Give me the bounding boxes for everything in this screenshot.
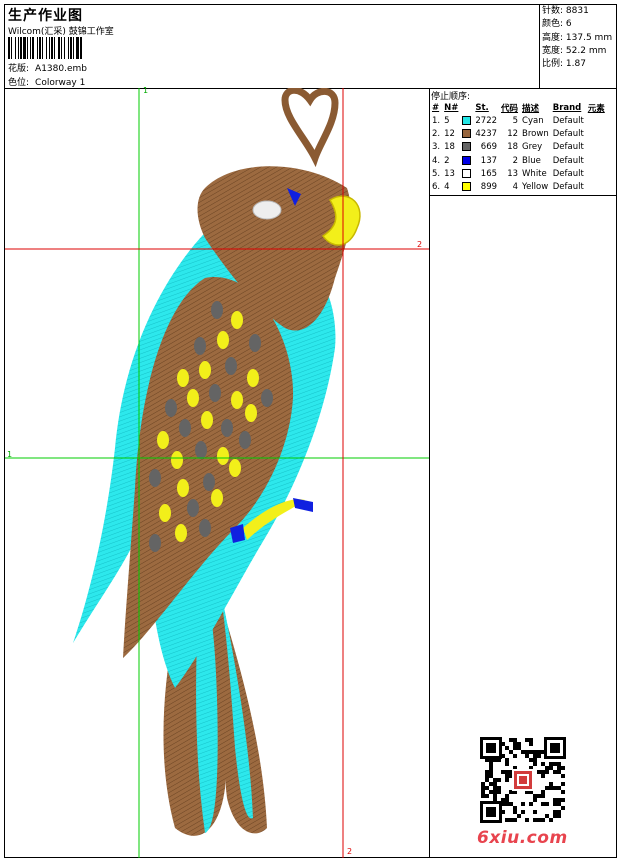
wing-spot — [247, 369, 259, 387]
color-swatch — [462, 142, 472, 152]
wing-spot — [217, 331, 229, 349]
qr-code — [480, 737, 566, 823]
color-swatch — [462, 128, 472, 138]
embroidery-canvas — [5, 88, 429, 858]
wing-spot — [199, 361, 211, 379]
wing-spot — [194, 337, 206, 355]
sequence-header-row: # N# St. 代码 描述 Brand 元素 — [430, 102, 607, 114]
wing-spot — [221, 419, 233, 437]
wing-spot — [187, 499, 199, 517]
colorway-row: 色位: Colorway 1 — [8, 75, 85, 88]
col-index: # — [432, 103, 440, 113]
wing-spot — [175, 524, 187, 542]
color-swatch — [462, 168, 472, 178]
wing-spot — [149, 469, 161, 487]
col-stitches: St. — [475, 103, 489, 113]
sequence-row: 2. 12 4237 12 Brown Default — [432, 128, 584, 139]
sequence-table: # N# St. 代码 描述 Brand 元素 1. 5 2722 5 Cyan Defa… — [430, 102, 607, 194]
wing-spot — [239, 431, 251, 449]
file-label: 花版: — [8, 64, 30, 74]
wing-spot — [245, 404, 257, 422]
wing-spot — [211, 301, 223, 319]
company-name: Wilcom(汇采) 鼓锦工作室 — [8, 27, 114, 37]
col-desc: 描述 — [522, 104, 540, 114]
wing-spot — [209, 384, 221, 402]
wing-spot — [171, 451, 183, 469]
col-needle: N# — [444, 103, 459, 113]
col-brand: Brand — [552, 103, 582, 113]
wing-spot — [199, 519, 211, 537]
guide-marker-green-top: 1 — [143, 86, 149, 95]
wing-spot — [177, 479, 189, 497]
wing-spot — [177, 369, 189, 387]
color-swatch — [462, 182, 472, 192]
wing-spot — [187, 389, 199, 407]
colorway-label: 色位: — [8, 78, 30, 88]
sequence-row: 5. 13 165 13 White Default — [432, 168, 584, 179]
wing-spot — [201, 411, 213, 429]
wing-spot — [249, 334, 261, 352]
file-row: 花版: A1380.emb — [8, 61, 87, 74]
color-swatch — [462, 155, 472, 165]
wing-spot — [217, 447, 229, 465]
wing-spot — [203, 473, 215, 491]
wing-spot — [261, 389, 273, 407]
stat-height: 高度: 137.5 mm — [542, 32, 613, 43]
wing-spot — [149, 534, 161, 552]
sequence-row: 3. 18 669 18 Grey Default — [432, 142, 584, 153]
file-name: A1380.emb — [35, 64, 87, 74]
wing-spot — [195, 441, 207, 459]
stat-stitches: 针数: 8831 — [542, 6, 589, 16]
wing-spot — [159, 504, 171, 522]
guide-marker-green-left: 1 — [7, 450, 13, 459]
wing-spot — [229, 459, 241, 477]
watermark-logo: 6xiu.com — [477, 828, 568, 848]
colorway-name: Colorway 1 — [35, 78, 86, 88]
wing-spot — [231, 311, 243, 329]
col-element: 元素 — [587, 104, 605, 114]
stat-width: 宽度: 52.2 mm — [542, 45, 607, 56]
stat-colors: 颜色: 6 — [542, 19, 572, 30]
sequence-row: 6. 4 899 4 Yellow Default — [432, 182, 584, 193]
sequence-row: 4. 2 137 2 Blue Default — [432, 155, 584, 166]
canvas-divider — [429, 88, 430, 858]
sequence-title: 停止顺序: — [431, 92, 471, 102]
wing-spot — [157, 431, 169, 449]
wing-spot — [165, 399, 177, 417]
barcode — [8, 37, 120, 59]
guide-marker-red-right: 2 — [417, 240, 423, 249]
page-title: 生产作业图 — [8, 8, 83, 24]
wing-spot — [231, 391, 243, 409]
heart-motif — [281, 88, 339, 168]
stat-scale: 比例: 1.87 — [542, 59, 586, 70]
sequence-divider — [429, 195, 617, 196]
wing-spot — [225, 357, 237, 375]
stats-panel: 针数: 8831 颜色: 6 高度: 137.5 mm 宽度: 52.2 mm … — [542, 5, 612, 71]
sequence-row: 1. 5 2722 5 Cyan Default — [432, 115, 584, 126]
guide-marker-red-bottom: 2 — [347, 847, 353, 856]
color-swatch — [462, 115, 472, 125]
col-code: 代码 — [501, 104, 519, 114]
wing-spot — [211, 489, 223, 507]
cheek-patch — [252, 200, 282, 220]
wing-spot — [179, 419, 191, 437]
stats-divider — [539, 4, 540, 88]
